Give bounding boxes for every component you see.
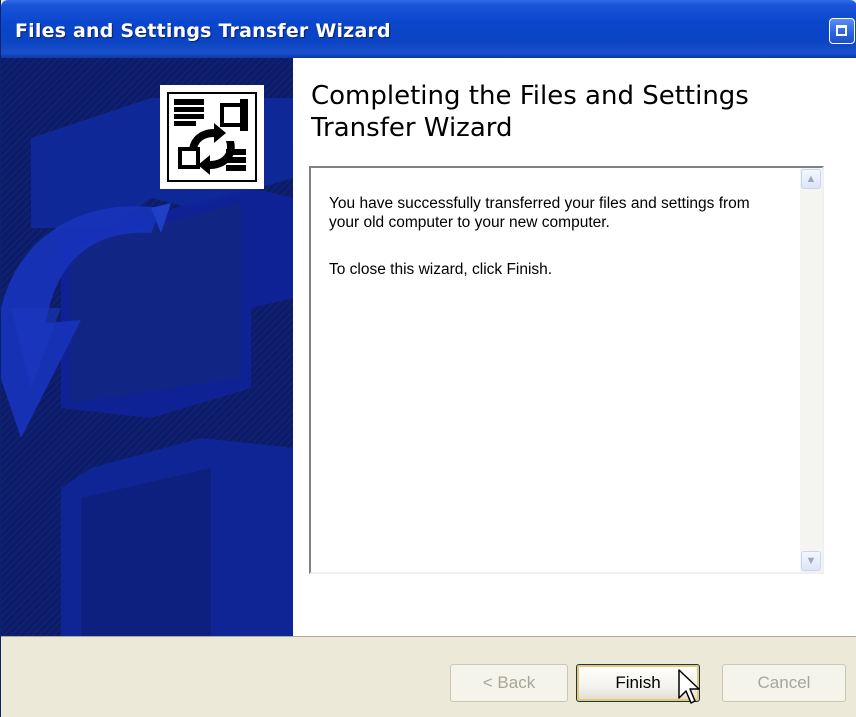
message-text: You have successfully transferred your f… <box>329 194 779 307</box>
completion-message-box[interactable]: You have successfully transferred your f… <box>309 166 824 574</box>
wizard-sidebar-banner <box>1 58 293 636</box>
page-title: Completing the Files and Settings Transf… <box>311 81 749 143</box>
wizard-window: Files and Settings Transfer Wizard Compl… <box>0 0 856 717</box>
window-title: Files and Settings Transfer Wizard <box>15 20 391 42</box>
button-bar: < Back Finish Cancel <box>1 636 856 717</box>
message-paragraph-1: You have successfully transferred your f… <box>329 195 750 231</box>
cancel-button[interactable]: Cancel <box>722 664 846 702</box>
message-paragraph-2: To close this wizard, click Finish. <box>329 261 553 278</box>
files-settings-transfer-icon <box>160 85 264 189</box>
title-bar[interactable]: Files and Settings Transfer Wizard <box>1 0 856 58</box>
vertical-scrollbar[interactable]: ▲ ▼ <box>800 168 822 572</box>
mouse-pointer-icon <box>678 669 700 704</box>
scroll-down-arrow-icon[interactable]: ▼ <box>801 551 821 571</box>
back-button[interactable]: < Back <box>450 664 568 702</box>
restore-window-icon[interactable] <box>829 18 855 44</box>
scroll-up-arrow-icon[interactable]: ▲ <box>801 169 821 189</box>
wizard-content: Completing the Files and Settings Transf… <box>293 58 856 636</box>
